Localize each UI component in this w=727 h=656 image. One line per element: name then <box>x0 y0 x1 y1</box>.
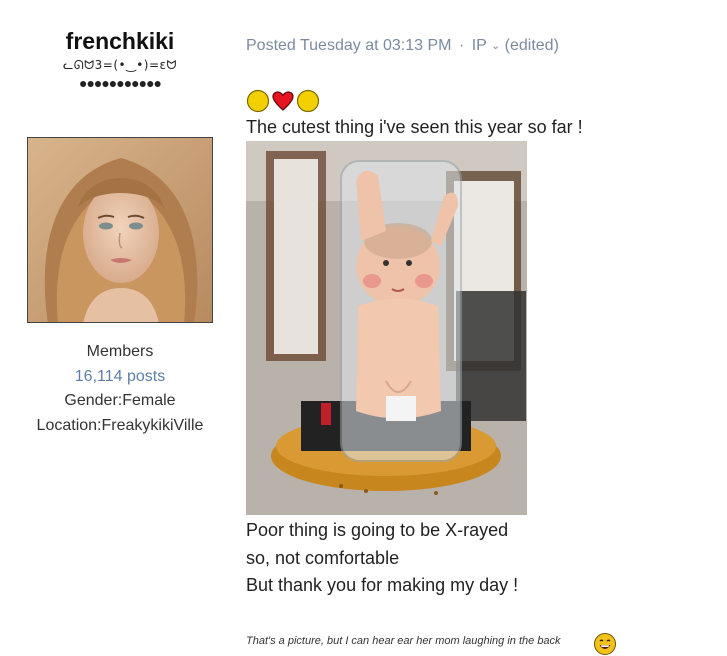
emoji-row <box>246 89 716 113</box>
author-info: Members 16,114 posts Gender:Female Locat… <box>20 340 220 438</box>
post-meta: Posted Tuesday at 03:13 PM · IP ⌄ (edite… <box>246 34 716 58</box>
post-body: Poor thing is going to be X-rayed so, no… <box>246 517 716 600</box>
post-signature: That's a picture, but I can hear ear her… <box>246 635 561 647</box>
post-body-line: But thank you for making my day ! <box>246 575 519 595</box>
author-title: ᓚᘏᗢ3=(•‿•)=εᗢ <box>63 58 177 72</box>
author-gender: Gender:Female <box>64 392 176 409</box>
post-photo[interactable] <box>246 141 527 515</box>
ip-label: IP <box>471 37 487 54</box>
post-body-line: Poor thing is going to be X-rayed <box>246 520 509 540</box>
author-panel: frenchkiki ᓚᘏᗢ3=(•‿•)=εᗢ ●●●●●●●●●●● <box>20 28 220 91</box>
edited-indicator[interactable]: (edited) <box>505 37 559 54</box>
post-first-line: The cutest thing i've seen this year so … <box>246 117 583 137</box>
post-timestamp-link[interactable]: Posted Tuesday at 03:13 PM <box>246 37 451 54</box>
author-location: Location:FreakykikiVille <box>36 416 204 434</box>
post-body-line: so, not comfortable <box>246 547 400 568</box>
meta-separator: · <box>458 37 465 54</box>
yellow-circle-icon <box>246 89 270 113</box>
author-name[interactable]: frenchkiki <box>20 28 220 55</box>
author-group: Members <box>86 343 154 360</box>
rank-dots: ●●●●●●●●●●● <box>78 75 162 91</box>
author-post-count[interactable]: 16,114 posts <box>20 365 220 390</box>
yellow-circle-icon <box>296 89 320 113</box>
laughing-emoji-icon <box>594 633 616 655</box>
red-heart-icon <box>272 91 294 111</box>
author-avatar[interactable] <box>27 137 213 323</box>
post-content: Posted Tuesday at 03:13 PM · IP ⌄ (edite… <box>246 34 716 600</box>
ip-link[interactable]: IP ⌄ <box>472 37 501 54</box>
chevron-down-icon: ⌄ <box>490 40 501 52</box>
avatar-image <box>28 138 212 322</box>
